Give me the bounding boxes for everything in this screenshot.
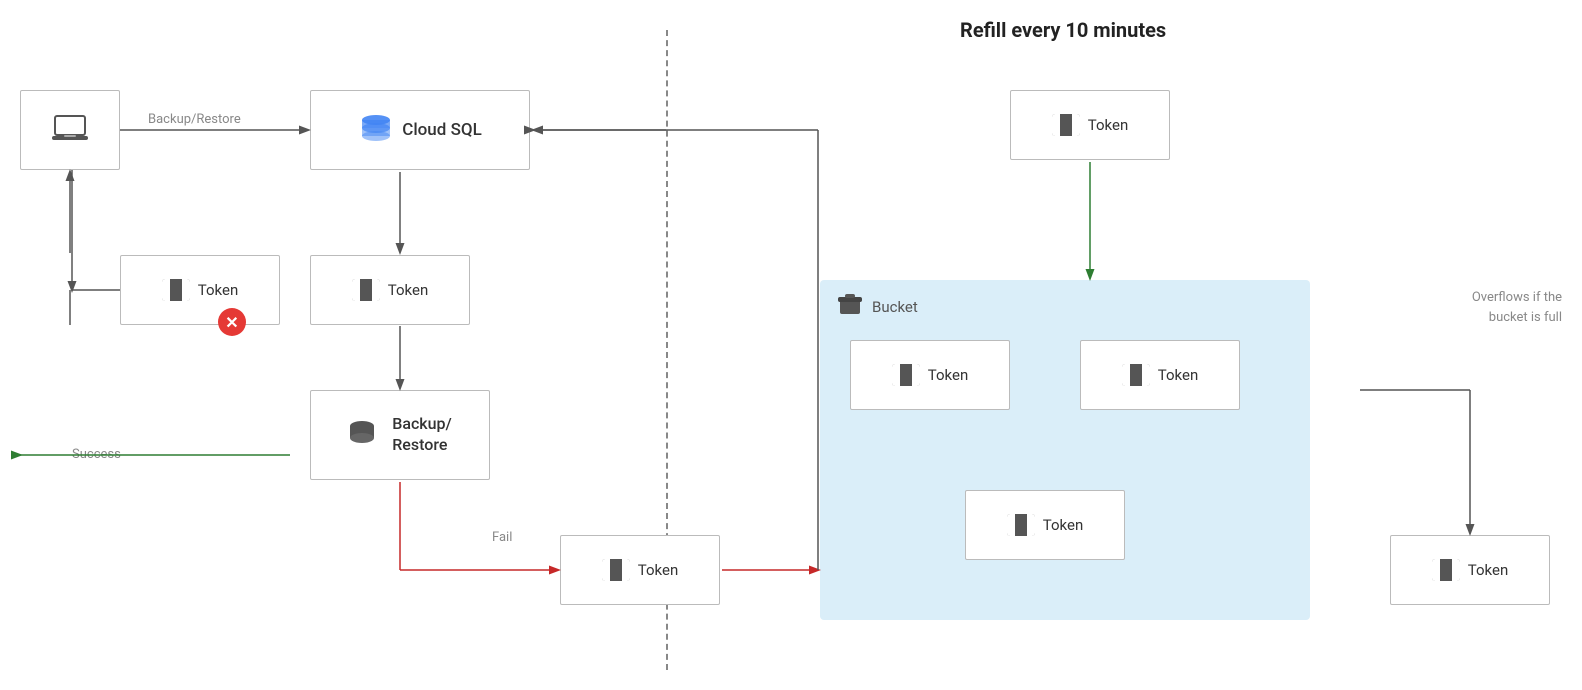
bucket-header: Bucket <box>836 292 918 322</box>
backup-restore-label: Backup/Restore <box>392 414 452 456</box>
token-icon-top-right <box>1052 114 1080 136</box>
token-box-bucket-3: Token <box>965 490 1125 560</box>
token-box-bucket-1: Token <box>850 340 1010 410</box>
error-badge: ✕ <box>218 308 246 336</box>
overflow-label: Overflows if thebucket is full <box>1372 288 1562 327</box>
token-label-mid-top: Token <box>388 281 428 299</box>
cloud-sql-icon <box>358 110 394 150</box>
backup-restore-arrow-label: Backup/Restore <box>148 112 241 127</box>
diagram-container: Refill every 10 minutes Cloud SQL <box>0 0 1582 690</box>
token-label-fail: Token <box>638 561 678 579</box>
token-icon-left <box>162 279 190 301</box>
token-icon-overflow <box>1432 559 1460 581</box>
success-label: Success <box>72 447 121 462</box>
token-label-overflow: Token <box>1468 561 1508 579</box>
token-label-bucket-3: Token <box>1043 516 1083 534</box>
cloud-sql-box: Cloud SQL <box>310 90 530 170</box>
arrows-overlay <box>0 0 1582 690</box>
fail-label: Fail <box>492 530 512 545</box>
token-icon-bucket-3 <box>1007 514 1035 536</box>
token-label-left: Token <box>198 281 238 299</box>
page-title: Refill every 10 minutes <box>960 18 1166 42</box>
token-icon-bucket-1 <box>892 364 920 386</box>
token-icon-bucket-2 <box>1122 364 1150 386</box>
laptop-box <box>20 90 120 170</box>
token-label-bucket-1: Token <box>928 366 968 384</box>
cloud-sql-label: Cloud SQL <box>402 120 482 140</box>
token-icon-mid-top <box>352 279 380 301</box>
bucket-icon <box>836 292 864 322</box>
token-box-fail: Token <box>560 535 720 605</box>
db-icon <box>348 419 376 451</box>
backup-restore-box: Backup/Restore <box>310 390 490 480</box>
laptop-icon <box>52 114 88 146</box>
bucket-area: Bucket Token Token Token <box>820 280 1310 620</box>
bucket-label: Bucket <box>872 298 918 316</box>
token-box-bucket-2: Token <box>1080 340 1240 410</box>
token-box-overflow: Token <box>1390 535 1550 605</box>
token-label-bucket-2: Token <box>1158 366 1198 384</box>
token-box-mid-top: Token <box>310 255 470 325</box>
token-box-left: Token <box>120 255 280 325</box>
token-box-top-right: Token <box>1010 90 1170 160</box>
token-icon-fail <box>602 559 630 581</box>
token-label-top-right: Token <box>1088 116 1128 134</box>
